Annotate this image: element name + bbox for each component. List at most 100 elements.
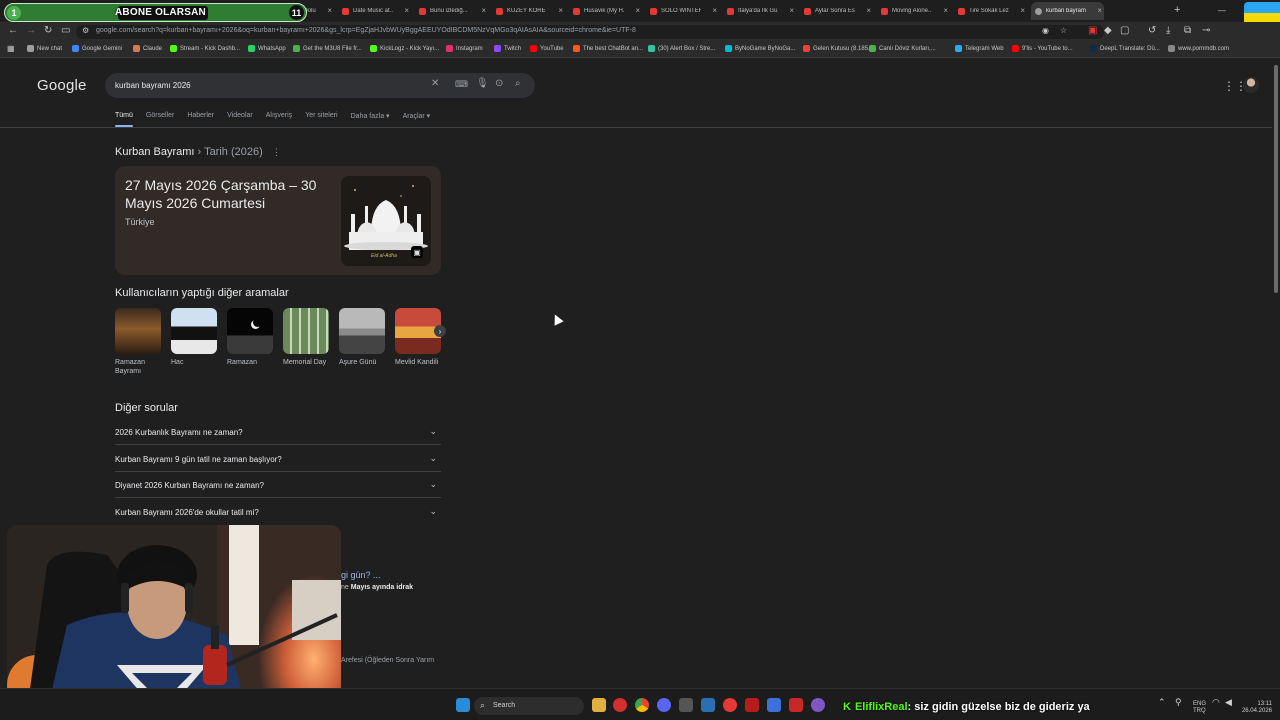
chrome-icon[interactable] <box>635 698 649 712</box>
page-scrollbar[interactable] <box>1272 59 1280 688</box>
browser-tab[interactable]: Date Music at... × <box>338 2 411 20</box>
search-tab[interactable]: Görseller <box>146 112 174 126</box>
related-label[interactable]: Ramazan Bayramı <box>115 358 161 376</box>
more-options-icon[interactable]: ⋮ <box>272 147 281 157</box>
bookmark-item[interactable]: Google Gemini <box>72 45 122 52</box>
bookmark-item[interactable]: Get the M3U8 File fr... <box>293 45 362 52</box>
location-icon[interactable]: ◉ <box>1042 26 1049 35</box>
bookmark-item[interactable]: ByNoGame ByNoGa... <box>725 45 795 52</box>
microphone-icon[interactable]: 🎙︎ <box>476 78 489 89</box>
close-tab-icon[interactable]: × <box>1020 6 1025 15</box>
google-logo[interactable]: Google <box>37 77 87 94</box>
related-thumb-memorial-day[interactable] <box>283 308 329 354</box>
browser-tab[interactable]: kurban bayramı... × <box>1031 2 1104 20</box>
app-icon-red[interactable] <box>723 698 737 712</box>
related-label[interactable]: Memorial Day <box>283 358 329 367</box>
discord-icon[interactable] <box>657 698 671 712</box>
steam-icon[interactable] <box>701 698 715 712</box>
search-icon[interactable]: ⌕ <box>515 78 521 89</box>
window-minimize-button[interactable]: — <box>1218 6 1226 15</box>
apps-grid-icon[interactable]: ▦ <box>7 44 15 53</box>
back-icon[interactable]: ← <box>8 25 18 36</box>
taskbar-search[interactable]: ⌕ Search <box>474 697 584 715</box>
keyboard-icon[interactable]: ⌨ <box>455 79 468 90</box>
search-tab[interactable]: Daha fazla ▾ <box>351 112 390 126</box>
browser-tab[interactable]: Husavik (My H... × <box>569 2 642 20</box>
windows-start-icon[interactable] <box>456 698 470 712</box>
bookmark-star-icon[interactable]: ☆ <box>1060 26 1067 35</box>
close-tab-icon[interactable]: × <box>789 6 794 15</box>
bookmark-item[interactable]: New chat <box>27 45 62 52</box>
bookmark-item[interactable]: Telegram Web <box>955 45 1004 52</box>
eid-image[interactable]: Eid al-Adha ▣ <box>341 176 431 266</box>
bookmark-item[interactable]: WhatsApp <box>248 45 286 52</box>
new-tab-button[interactable]: + <box>1174 4 1180 16</box>
related-thumb-asure-gunu[interactable] <box>339 308 385 354</box>
bookmark-item[interactable]: YouTube <box>530 45 564 52</box>
forward-icon[interactable]: → <box>26 25 36 36</box>
bookmark-item[interactable]: 9'lis - YouTube to... <box>1012 45 1073 52</box>
close-tab-icon[interactable]: × <box>404 6 409 15</box>
address-bar[interactable]: ⚙ google.com/search?q=kurban+bayramı+202… <box>76 25 1104 39</box>
browser-tab[interactable]: Moving Alone... × <box>877 2 950 20</box>
calculator-icon[interactable] <box>679 698 693 712</box>
tray-app-icon[interactable]: ⚲ <box>1175 698 1182 707</box>
related-thumb-hac[interactable] <box>171 308 217 354</box>
app-icon-purple[interactable] <box>811 698 825 712</box>
download-icon[interactable]: ⤓ <box>1166 25 1170 36</box>
bookmark-item[interactable]: Stream - Kick Dashb... <box>170 45 240 52</box>
search-tab[interactable]: Alışveriş <box>266 112 292 126</box>
volume-icon[interactable]: ◀ <box>1225 698 1232 707</box>
paa-question[interactable]: Kurban Bayramı 9 gün tatil ne zaman başl… <box>115 446 441 472</box>
search-tab[interactable]: Haberler <box>187 112 214 126</box>
tray-chevron-icon[interactable]: ⌃ <box>1158 698 1166 707</box>
related-label[interactable]: Mevlid Kandili <box>395 358 441 367</box>
browser-tab[interactable]: Bunu izlediğ... × <box>415 2 488 20</box>
close-tab-icon[interactable]: × <box>558 6 563 15</box>
search-tab[interactable]: Yer siteleri <box>305 112 337 126</box>
close-tab-icon[interactable]: × <box>712 6 717 15</box>
file-explorer-icon[interactable] <box>592 698 606 712</box>
extension-icon-2[interactable]: ◆ <box>1104 25 1112 36</box>
browser-tab[interactable]: Aylar Sonra Es... × <box>800 2 873 20</box>
related-label[interactable]: Hac <box>171 358 217 367</box>
bookmark-item[interactable]: Claude <box>133 45 162 52</box>
wifi-icon[interactable]: ◠ <box>1212 698 1220 707</box>
browser-tab[interactable]: KUZEY KORETS... × <box>492 2 565 20</box>
browser-tab[interactable]: İtalya'da İlk Gü... × <box>723 2 796 20</box>
bookmark-item[interactable]: Instagram <box>446 45 483 52</box>
close-tab-icon[interactable]: × <box>943 6 948 15</box>
related-label[interactable]: Aşure Günü <box>339 358 385 367</box>
bookmark-item[interactable]: (30) Alert Box / Stre... <box>648 45 715 52</box>
related-label[interactable]: Ramazan <box>227 358 273 367</box>
scrollbar-thumb[interactable] <box>1274 65 1278 293</box>
clear-icon[interactable]: ✕ <box>431 78 439 89</box>
search-tab[interactable]: Tümü <box>115 112 133 126</box>
split-view-icon[interactable]: ▭ <box>61 25 70 36</box>
paa-question[interactable]: 2026 Kurbanlık Bayramı ne zaman? ⌄ <box>115 419 441 445</box>
carousel-next-button[interactable]: › <box>434 325 446 337</box>
bookmark-item[interactable]: Canlı Döviz Kurları,... <box>869 45 936 52</box>
related-thumb-ramazan[interactable] <box>227 308 273 354</box>
close-tab-icon[interactable]: × <box>866 6 871 15</box>
bookmark-item[interactable]: DeepL Translate: Dü... <box>1090 45 1160 52</box>
site-info-icon[interactable]: ⚙ <box>82 26 89 35</box>
app-icon-video[interactable] <box>745 698 759 712</box>
language-indicator[interactable]: ENG TRQ <box>1193 701 1206 715</box>
extension-icon-3[interactable]: ▢ <box>1120 25 1129 36</box>
search-tab[interactable]: Araçlar ▾ <box>403 112 431 126</box>
search-box[interactable]: kurban bayramı 2026 ✕ ⌨ 🎙︎ ⊙ ⌕ <box>105 73 535 98</box>
chevron-down-icon[interactable]: ⌄ <box>429 453 437 464</box>
opera-icon[interactable] <box>613 698 627 712</box>
link-icon[interactable]: ⊸ <box>1202 25 1210 36</box>
clock[interactable]: 13:11 26.04.2026 <box>1240 701 1272 715</box>
bookmark-item[interactable]: The best ChatBot an... <box>573 45 643 52</box>
browser-tab[interactable]: Tire Sokak Lez... × <box>954 2 1027 20</box>
search-tab[interactable]: Videolar <box>227 112 253 126</box>
bookmark-item[interactable]: www.pornmdb.com <box>1168 45 1229 52</box>
reload-icon[interactable]: ↻ <box>44 25 52 36</box>
image-gallery-icon[interactable]: ▣ <box>411 246 423 258</box>
bookmark-item[interactable]: Twitch <box>494 45 521 52</box>
paa-question[interactable]: Diyanet 2026 Kurban Bayramı ne zaman? ⌄ <box>115 472 441 498</box>
result-title-partial[interactable]: gi gün? ... <box>341 570 381 580</box>
